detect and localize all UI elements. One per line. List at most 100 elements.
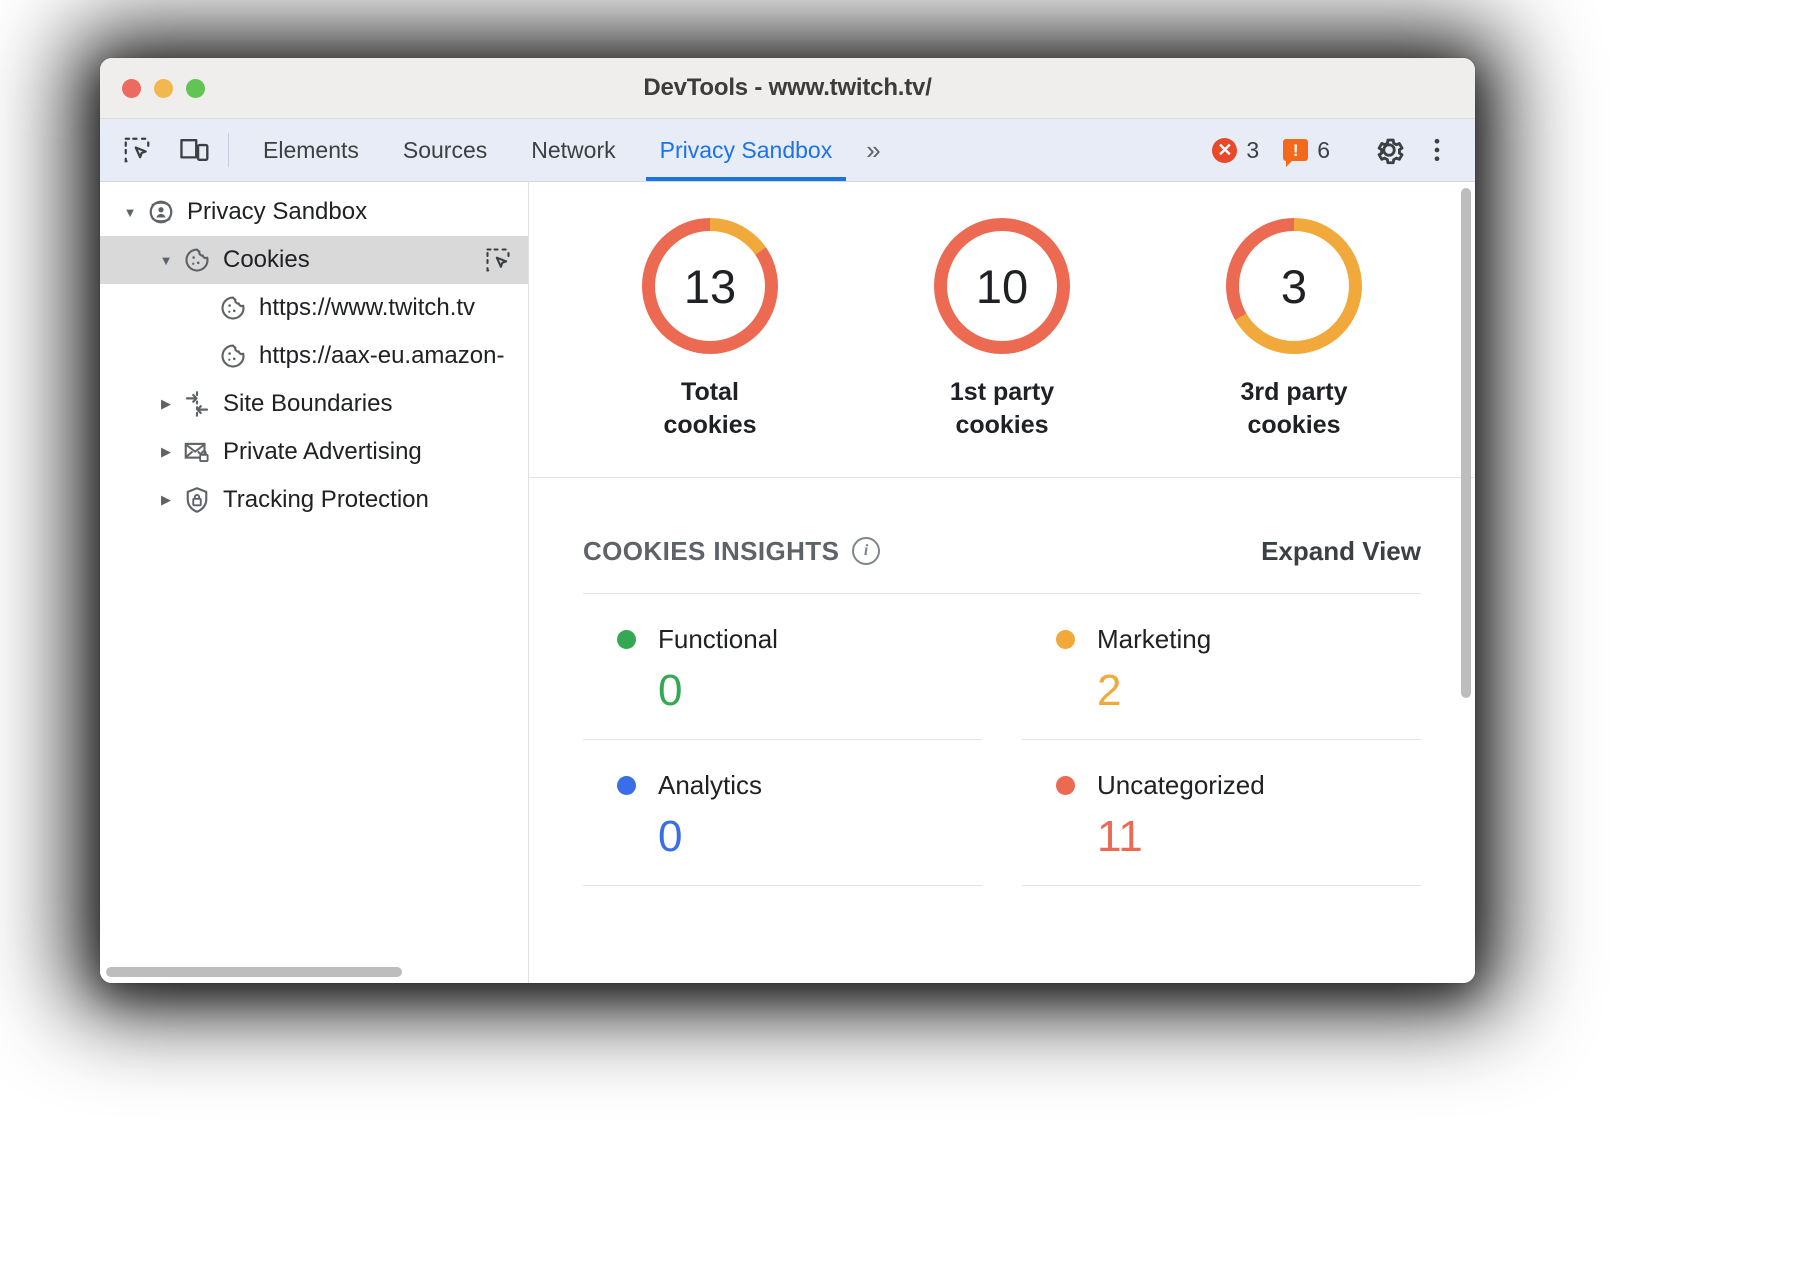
kebab-menu-icon [1423,135,1451,165]
tab-network[interactable]: Network [509,119,637,181]
sidebar-horizontal-scrollbar[interactable] [106,967,402,977]
category-header: Analytics [617,770,982,801]
donut-label-line2: cookies [1241,409,1348,442]
donut-chart-first-party: 10 [934,218,1070,354]
sidebar-tree: ▼ Privacy Sandbox [100,182,528,524]
cookie-summary-donuts: 13 Total cookies 10 [529,182,1475,478]
twisty-collapsed-icon[interactable]: ▶ [152,396,180,412]
window-title: DevTools - www.twitch.tv/ [100,74,1475,102]
devtools-tabbar: Elements Sources Network Privacy Sandbox… [100,119,1475,182]
donut-label-line1: 1st party [950,376,1054,409]
category-name: Marketing [1097,624,1211,655]
category-functional[interactable]: Functional 0 [583,594,982,740]
devtools-body: ▼ Privacy Sandbox [100,182,1475,983]
summary-first-party-cookies: 10 1st party cookies [902,218,1102,443]
donut-hole: 10 [947,231,1057,341]
category-header: Functional [617,624,982,655]
expand-view-button[interactable]: Expand View [1261,536,1421,567]
category-uncategorized[interactable]: Uncategorized 11 [1022,740,1421,886]
error-circle-icon: ✕ [1212,138,1237,163]
privacy-sandbox-icon [144,197,178,227]
twisty-expanded-icon[interactable]: ▼ [152,253,180,268]
toolbar-divider [228,133,229,167]
category-name: Analytics [658,770,762,801]
insights-title: COOKIES INSIGHTS [583,536,839,567]
privacy-sandbox-main: 13 Total cookies 10 [529,182,1475,983]
donut-label: 1st party cookies [950,376,1054,443]
panel-tabs: Elements Sources Network Privacy Sandbox… [241,119,1200,181]
sidebar-item-label: Privacy Sandbox [187,198,367,226]
twisty-collapsed-icon[interactable]: ▶ [152,492,180,508]
cookie-categories-grid: Functional 0 Marketing 2 [583,594,1421,886]
category-value: 0 [658,815,982,859]
tab-privacy-sandbox[interactable]: Privacy Sandbox [638,119,855,181]
sidebar-item-label: https://www.twitch.tv [259,294,475,322]
twisty-expanded-icon[interactable]: ▼ [116,205,144,220]
maximize-window-button[interactable] [186,79,205,98]
more-options-button[interactable] [1413,126,1461,174]
gear-icon [1372,133,1406,167]
info-icon[interactable]: i [852,537,880,565]
sidebar-item-label: Site Boundaries [223,390,392,418]
warning-counter[interactable]: ! 6 [1271,137,1342,164]
summary-total-cookies: 13 Total cookies [610,218,810,443]
category-value: 11 [1097,815,1421,859]
error-counter[interactable]: ✕ 3 [1200,137,1271,164]
cookie-icon [180,245,214,275]
inspect-element-button[interactable] [484,246,512,274]
sidebar-item-label: https://aax-eu.amazon- [259,342,504,370]
tab-elements[interactable]: Elements [241,119,381,181]
minimize-window-button[interactable] [154,79,173,98]
main-vertical-scrollbar[interactable] [1461,188,1471,698]
device-toolbar-button[interactable] [172,127,218,173]
window-titlebar: DevTools - www.twitch.tv/ [100,58,1475,119]
category-value: 0 [658,669,982,713]
private-advertising-icon [180,437,214,467]
category-analytics[interactable]: Analytics 0 [583,740,982,886]
sidebar-item-cookies[interactable]: ▼ Cookies [100,236,528,284]
more-tabs-button[interactable]: » [854,119,889,181]
category-header: Marketing [1056,624,1421,655]
cookies-insights-section: COOKIES INSIGHTS i Expand View Functiona… [529,478,1475,886]
error-count: 3 [1246,137,1259,164]
site-boundaries-icon [180,389,214,419]
sidebar-item-private-advertising[interactable]: ▶ Private Advertising [100,428,528,476]
donut-label-line1: Total [663,376,756,409]
twisty-collapsed-icon[interactable]: ▶ [152,444,180,460]
tracking-protection-icon [180,485,214,515]
privacy-sandbox-sidebar: ▼ Privacy Sandbox [100,182,529,983]
inspect-element-icon [122,135,152,165]
device-toolbar-icon [179,135,211,165]
donut-value: 10 [976,263,1028,310]
toolbar-right-icons: ✕ 3 ! 6 [1200,119,1475,181]
sidebar-item-label: Cookies [223,246,310,274]
summary-third-party-cookies: 3 3rd party cookies [1194,218,1394,443]
sidebar-item-cookie-amazon[interactable]: https://aax-eu.amazon- [100,332,528,380]
donut-label-line1: 3rd party [1241,376,1348,409]
category-marketing[interactable]: Marketing 2 [1022,594,1421,740]
settings-button[interactable] [1365,126,1413,174]
cookie-icon [216,293,250,323]
sidebar-item-privacy-sandbox[interactable]: ▼ Privacy Sandbox [100,188,528,236]
donut-hole: 3 [1239,231,1349,341]
sidebar-item-tracking-protection[interactable]: ▶ Tracking Protection [100,476,528,524]
category-value: 2 [1097,669,1421,713]
devtools-window: DevTools - www.twitch.tv/ [100,58,1475,983]
sidebar-item-cookie-twitch[interactable]: https://www.twitch.tv [100,284,528,332]
donut-chart-total: 13 [642,218,778,354]
sidebar-item-label: Tracking Protection [223,486,429,514]
inspect-element-button[interactable] [114,127,160,173]
inspect-element-icon [484,246,512,274]
cookie-icon [216,341,250,371]
category-header: Uncategorized [1056,770,1421,801]
category-name: Uncategorized [1097,770,1265,801]
category-color-dot [1056,776,1075,795]
donut-hole: 13 [655,231,765,341]
donut-label-line2: cookies [663,409,756,442]
window-controls [122,79,205,98]
sidebar-item-site-boundaries[interactable]: ▶ Site Boundaries [100,380,528,428]
category-color-dot [1056,630,1075,649]
tab-sources[interactable]: Sources [381,119,509,181]
close-window-button[interactable] [122,79,141,98]
warning-count: 6 [1317,137,1330,164]
